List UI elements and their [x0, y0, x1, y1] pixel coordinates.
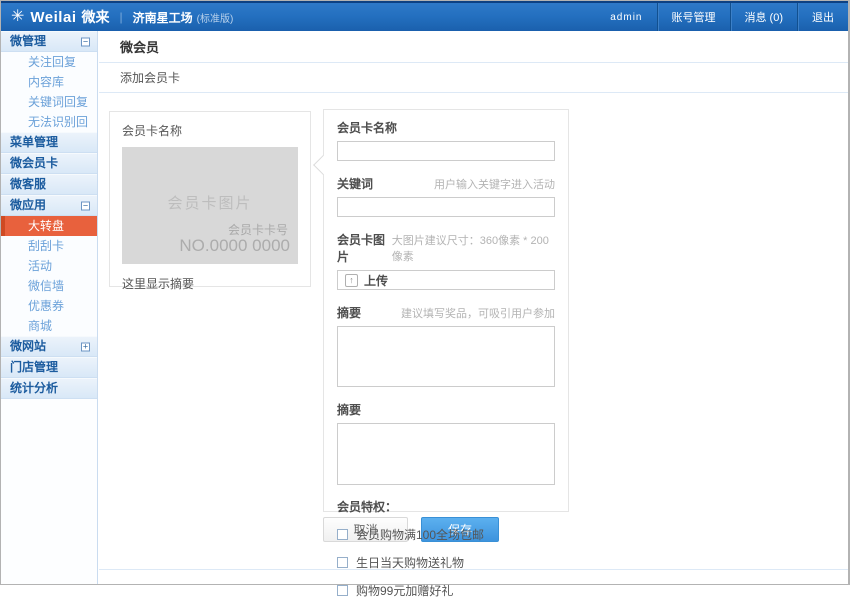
- main-area: 微会员 添加会员卡 会员卡名称 会员卡图片 会员卡卡号 NO.0000 0000…: [99, 31, 848, 584]
- card-image-size-hint: 大图片建议尺寸：360像素 * 200像素: [392, 232, 555, 264]
- sidebar-section-weikefu[interactable]: 微客服: [1, 174, 97, 195]
- messages-button[interactable]: 消息 (0): [730, 3, 798, 31]
- summary1-label: 摘要: [337, 304, 361, 321]
- brand-name-cn: 微来: [81, 7, 109, 27]
- sidebar: 微管理 − 关注回复 内容库 关键词回复 无法识别回复 菜单管理 微会员卡 微客…: [1, 31, 98, 584]
- sidebar-section-weiwangzhan[interactable]: 微网站 +: [1, 336, 97, 357]
- account-management-button[interactable]: 账号管理: [657, 3, 730, 31]
- summary2-label: 摘要: [337, 401, 361, 418]
- upload-button-label: 上传: [364, 272, 388, 289]
- app-window: { "header": { "brand": "Weilai", "brand_…: [0, 0, 850, 585]
- username-label: admin: [610, 12, 642, 23]
- collapse-icon[interactable]: −: [81, 37, 90, 46]
- sidebar-section-label: 统计分析: [10, 381, 58, 395]
- card-image-placeholder: 会员卡图片 会员卡卡号 NO.0000 0000: [122, 147, 298, 264]
- sidebar-item-dazhuanpan-selected[interactable]: 大转盘: [1, 216, 97, 236]
- checkbox-icon[interactable]: [337, 529, 348, 540]
- sidebar-section-weihuiyuanka[interactable]: 微会员卡: [1, 153, 97, 174]
- sidebar-section-label: 微管理: [10, 34, 46, 48]
- card-image-label: 会员卡图片: [337, 231, 392, 265]
- preview-card-name-label: 会员卡名称: [122, 122, 298, 139]
- sidebar-item-guanzhu-huifu[interactable]: 关注回复: [1, 52, 97, 72]
- card-preview-panel: 会员卡名称 会员卡图片 会员卡卡号 NO.0000 0000 这里显示摘要: [109, 111, 311, 287]
- sidebar-section-label: 门店管理: [10, 360, 58, 374]
- privilege-option-free-shipping[interactable]: 会员购物满100全场包邮: [337, 526, 555, 543]
- summary2-textarea[interactable]: [337, 423, 555, 485]
- member-card-form: 会员卡名称 关键词 用户输入关键字进入活动 会员卡图片 大图片建议尺寸：360像…: [323, 109, 569, 512]
- summary1-textarea[interactable]: [337, 326, 555, 387]
- top-header: ✳ Weilai 微来 | 济南星工场 (标准版) admin 账号管理 消息 …: [1, 1, 848, 31]
- privilege-option-birthday-gift[interactable]: 生日当天购物送礼物: [337, 554, 555, 571]
- keyword-label: 关键词: [337, 175, 373, 192]
- sidebar-item-guanjianci-huifu[interactable]: 关键词回复: [1, 92, 97, 112]
- sidebar-section-label: 微应用: [10, 198, 46, 212]
- sidebar-item-weixinqiang[interactable]: 微信墙: [1, 276, 97, 296]
- checkbox-icon[interactable]: [337, 557, 348, 568]
- workspace-edition: (标准版): [197, 10, 234, 25]
- page-title: 微会员: [99, 31, 848, 63]
- content-area: 会员卡名称 会员卡图片 会员卡卡号 NO.0000 0000 这里显示摘要 会员…: [99, 93, 848, 584]
- checkbox-icon[interactable]: [337, 585, 348, 596]
- sidebar-item-shangcheng[interactable]: 商城: [1, 316, 97, 336]
- sidebar-item-wufashibie-huifu[interactable]: 无法识别回复: [1, 112, 97, 132]
- card-name-label: 会员卡名称: [337, 119, 397, 136]
- brand-name-en: Weilai: [30, 9, 76, 26]
- sidebar-section-tongji-fenxi[interactable]: 统计分析: [1, 378, 97, 399]
- breadcrumb-add-member-card: 添加会员卡: [99, 63, 848, 93]
- sidebar-item-huodong[interactable]: 活动: [1, 256, 97, 276]
- sidebar-section-weiguanli[interactable]: 微管理 −: [1, 31, 97, 52]
- upload-button[interactable]: ↑ 上传: [337, 270, 555, 290]
- card-image-placeholder-text: 会员卡图片: [122, 192, 298, 213]
- sidebar-section-label: 微网站: [10, 339, 46, 353]
- keyword-hint: 用户输入关键字进入活动: [434, 176, 555, 192]
- sidebar-item-neirongku[interactable]: 内容库: [1, 72, 97, 92]
- privilege-option-label: 生日当天购物送礼物: [356, 554, 464, 571]
- keyword-input[interactable]: [337, 197, 555, 217]
- card-number-value: NO.0000 0000: [179, 236, 290, 256]
- sidebar-section-label: 微会员卡: [10, 156, 58, 170]
- card-name-input[interactable]: [337, 141, 555, 161]
- sidebar-section-weiyingyong[interactable]: 微应用 −: [1, 195, 97, 216]
- expand-icon[interactable]: +: [81, 342, 90, 351]
- brand-divider: |: [119, 10, 122, 24]
- sidebar-item-guaguaka[interactable]: 刮刮卡: [1, 236, 97, 256]
- logout-button[interactable]: 退出: [797, 3, 848, 31]
- brand-area: ✳ Weilai 微来 | 济南星工场 (标准版): [1, 3, 233, 31]
- preview-summary-note: 这里显示摘要: [122, 275, 298, 292]
- sidebar-section-caidan-guanli[interactable]: 菜单管理: [1, 132, 97, 153]
- workspace-name: 济南星工场: [133, 9, 193, 26]
- upload-icon: ↑: [345, 274, 358, 287]
- member-privileges-label: 会员特权：: [337, 498, 555, 515]
- sidebar-section-label: 菜单管理: [10, 135, 58, 149]
- sidebar-section-mendian-guanli[interactable]: 门店管理: [1, 357, 97, 378]
- weilai-logo-icon: ✳: [11, 9, 24, 25]
- privilege-option-label: 会员购物满100全场包邮: [356, 526, 484, 543]
- sidebar-item-youhuiquan[interactable]: 优惠券: [1, 296, 97, 316]
- sidebar-section-label: 微客服: [10, 177, 46, 191]
- header-user-area: admin 账号管理 消息 (0) 退出: [610, 3, 848, 31]
- summary1-hint: 建议填写奖品，可吸引用户参加: [401, 305, 555, 321]
- collapse-icon[interactable]: −: [81, 201, 90, 210]
